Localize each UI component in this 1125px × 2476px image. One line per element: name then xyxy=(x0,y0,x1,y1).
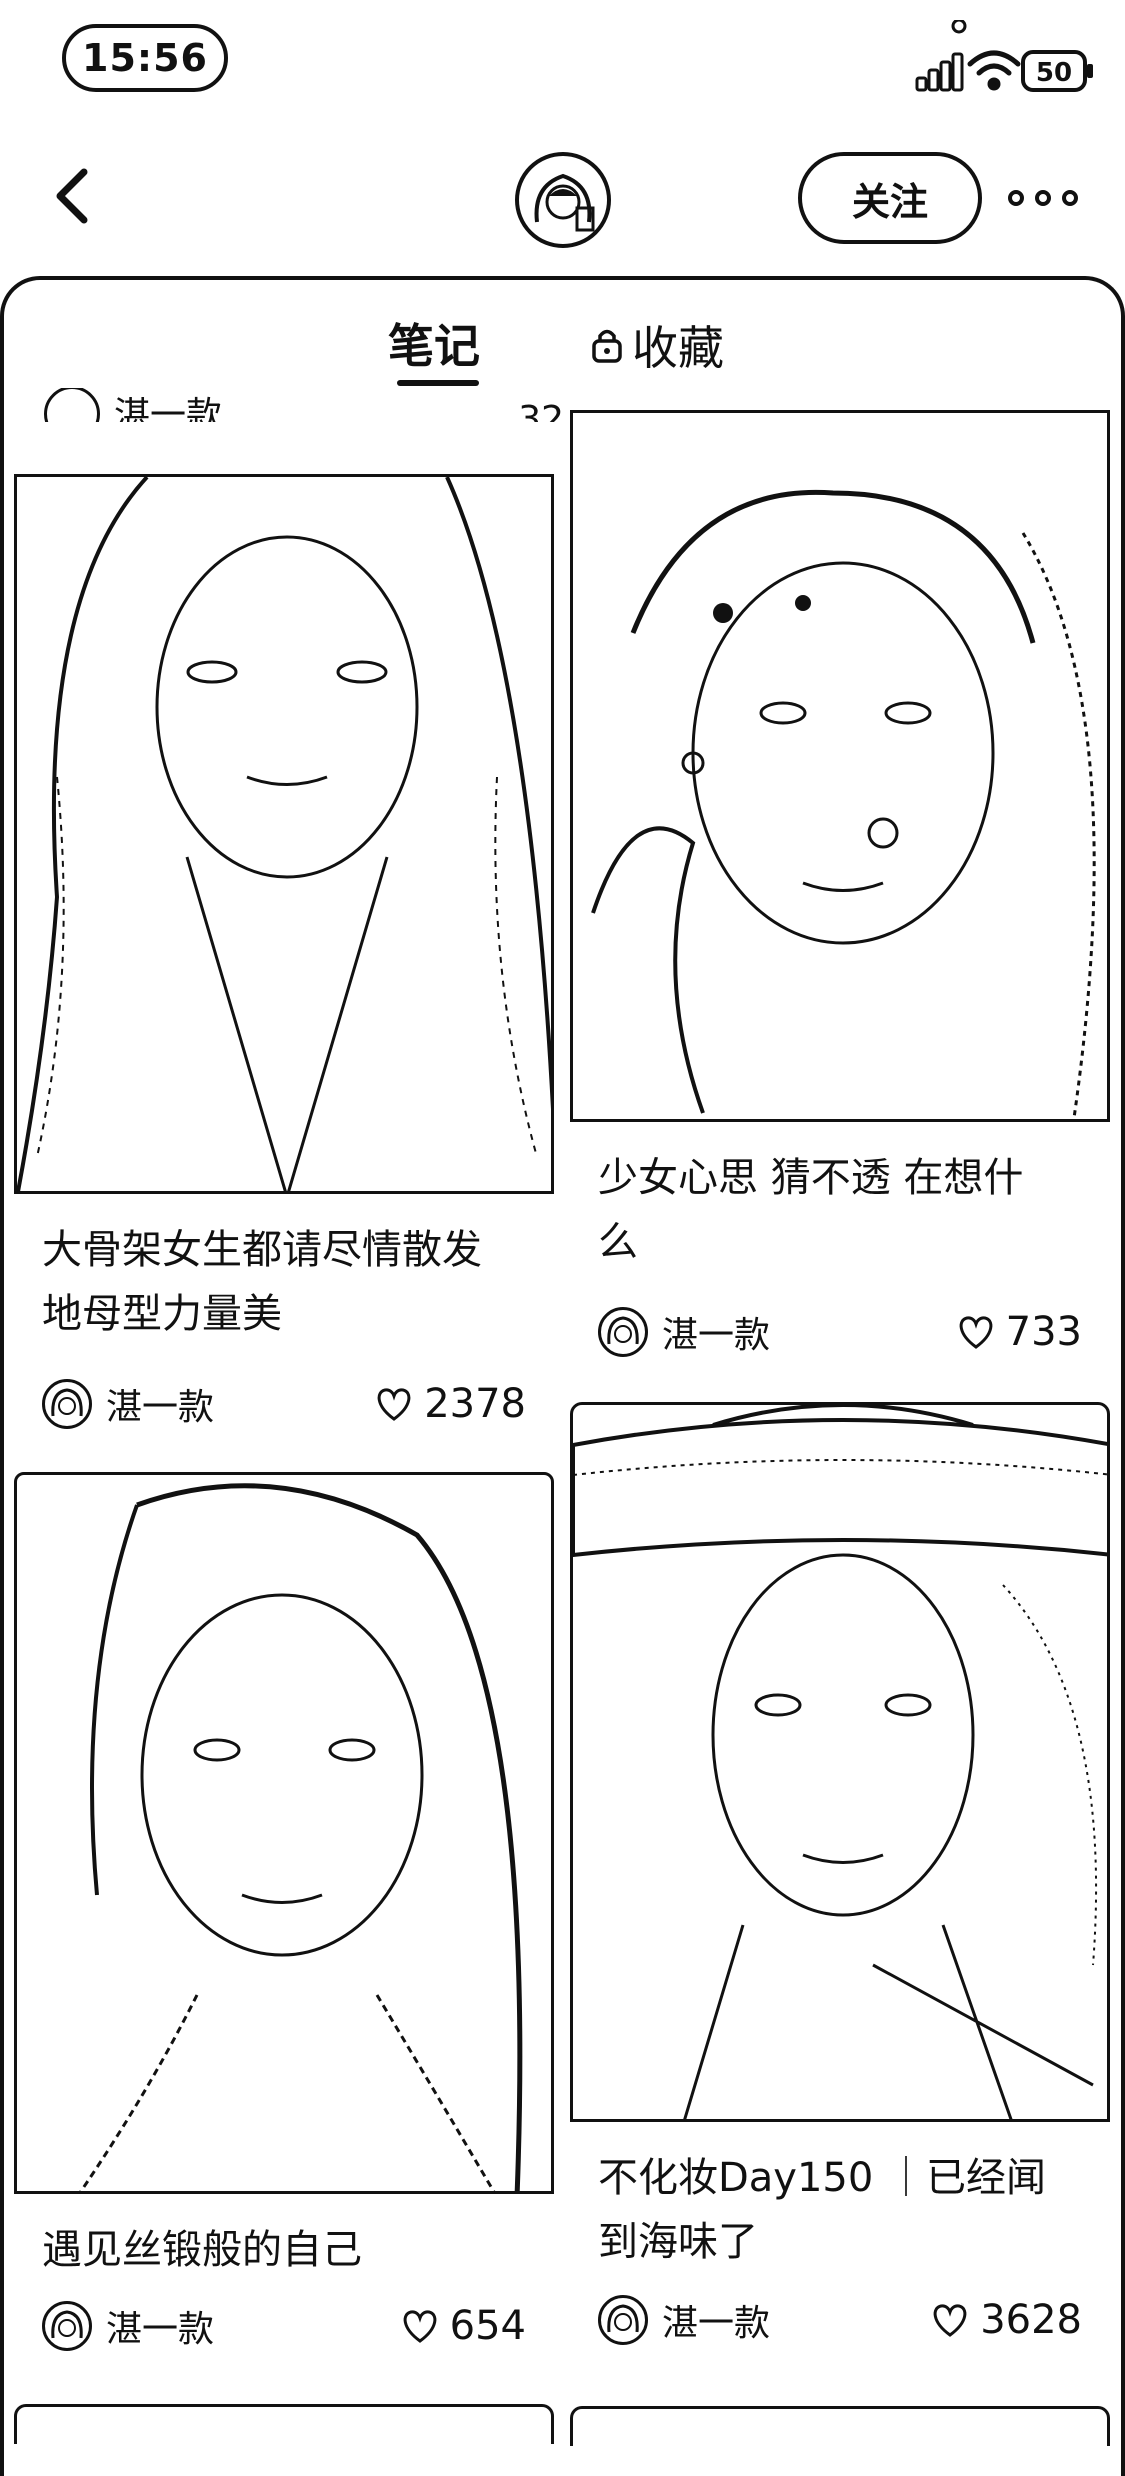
note-meta: 湛一款 733 xyxy=(570,1304,1110,1360)
author-name: 湛一款 xyxy=(662,1315,771,1356)
heart-icon xyxy=(403,2310,436,2343)
note-card-partial[interactable] xyxy=(14,2404,554,2444)
note-cover-image xyxy=(570,1402,1110,2122)
tab-underline xyxy=(397,380,479,386)
tab-collect-label: 收藏 xyxy=(632,321,724,375)
note-card-partial[interactable] xyxy=(570,2406,1110,2446)
tab-collect[interactable]: 收藏 xyxy=(590,312,724,378)
wifi-icon xyxy=(967,50,1021,91)
note-author[interactable]: 湛一款 xyxy=(598,2294,770,2346)
heart-icon xyxy=(377,1388,411,1421)
note-title: 大骨架女生都请尽情散发 地母型力量美 xyxy=(42,1227,482,1337)
heart-icon xyxy=(959,1316,992,1349)
like-count: 654 xyxy=(449,2303,526,2349)
author-name: 湛一款 xyxy=(106,2309,215,2350)
more-icon xyxy=(1008,190,1024,206)
author-name: 湛一款 xyxy=(106,1387,215,1428)
like-button[interactable]: 654 xyxy=(400,2303,526,2349)
like-count: 3628 xyxy=(980,2297,1082,2343)
note-title: 少女心思 猜不透 在想什么 xyxy=(598,1155,1024,1265)
note-cover-image xyxy=(14,474,554,1194)
heart-icon xyxy=(933,2304,967,2337)
avatar xyxy=(598,2295,648,2345)
avatar xyxy=(598,1307,648,1357)
note-meta: 湛一款 2378 xyxy=(14,1376,554,1432)
note-author[interactable]: 湛一款 xyxy=(598,1306,770,1358)
like-count: 733 xyxy=(1005,1309,1082,1355)
note-author[interactable]: 湛一款 xyxy=(42,2300,214,2352)
note-card[interactable]: 遇见丝锻般的自己 湛一款 654 xyxy=(14,1472,554,2354)
note-card[interactable]: 不化妆Day150 ｜已经闻 到海味了 湛一款 3628 xyxy=(570,1402,1110,2348)
like-button[interactable]: 2378 xyxy=(374,1381,526,1427)
note-cover-image xyxy=(570,410,1110,1122)
svg-text:50: 50 xyxy=(1036,58,1072,88)
status-icons: 50 xyxy=(867,18,1097,100)
signal-icon xyxy=(915,52,964,92)
follow-button[interactable]: 关注 xyxy=(798,152,982,244)
avatar xyxy=(42,1379,92,1429)
back-button[interactable] xyxy=(40,150,110,240)
like-button[interactable]: 3628 xyxy=(930,2297,1082,2343)
note-card[interactable]: 少女心思 猜不透 在想什么 湛一款 733 xyxy=(570,410,1110,1360)
note-meta: 湛一款 654 xyxy=(14,2298,554,2354)
note-meta: 湛一款 3628 xyxy=(570,2292,1110,2348)
note-title: 不化妆Day150 ｜已经闻 到海味了 xyxy=(598,2155,1047,2265)
status-time: 15:56 xyxy=(62,24,228,92)
author-name: 湛一款 xyxy=(662,2303,771,2344)
like-count: 2378 xyxy=(424,1381,526,1427)
tab-notes[interactable]: 笔记 xyxy=(388,310,480,376)
note-cover-image xyxy=(14,1472,554,2194)
note-title: 遇见丝锻般的自己 xyxy=(42,2227,362,2273)
camera-dot-icon xyxy=(951,18,967,34)
note-card[interactable]: 大骨架女生都请尽情散发 地母型力量美 湛一款 2378 xyxy=(14,474,554,1432)
partial-card-meta: 湛一款 32 xyxy=(44,388,564,422)
lock-icon xyxy=(592,329,622,363)
more-button[interactable] xyxy=(1008,180,1078,216)
like-button[interactable]: 733 xyxy=(956,1309,1082,1355)
avatar xyxy=(42,2301,92,2351)
profile-avatar[interactable] xyxy=(515,152,611,248)
note-author[interactable]: 湛一款 xyxy=(42,1378,214,1430)
avatar xyxy=(44,388,100,422)
battery-icon: 50 xyxy=(1021,50,1093,92)
back-icon xyxy=(56,168,88,224)
